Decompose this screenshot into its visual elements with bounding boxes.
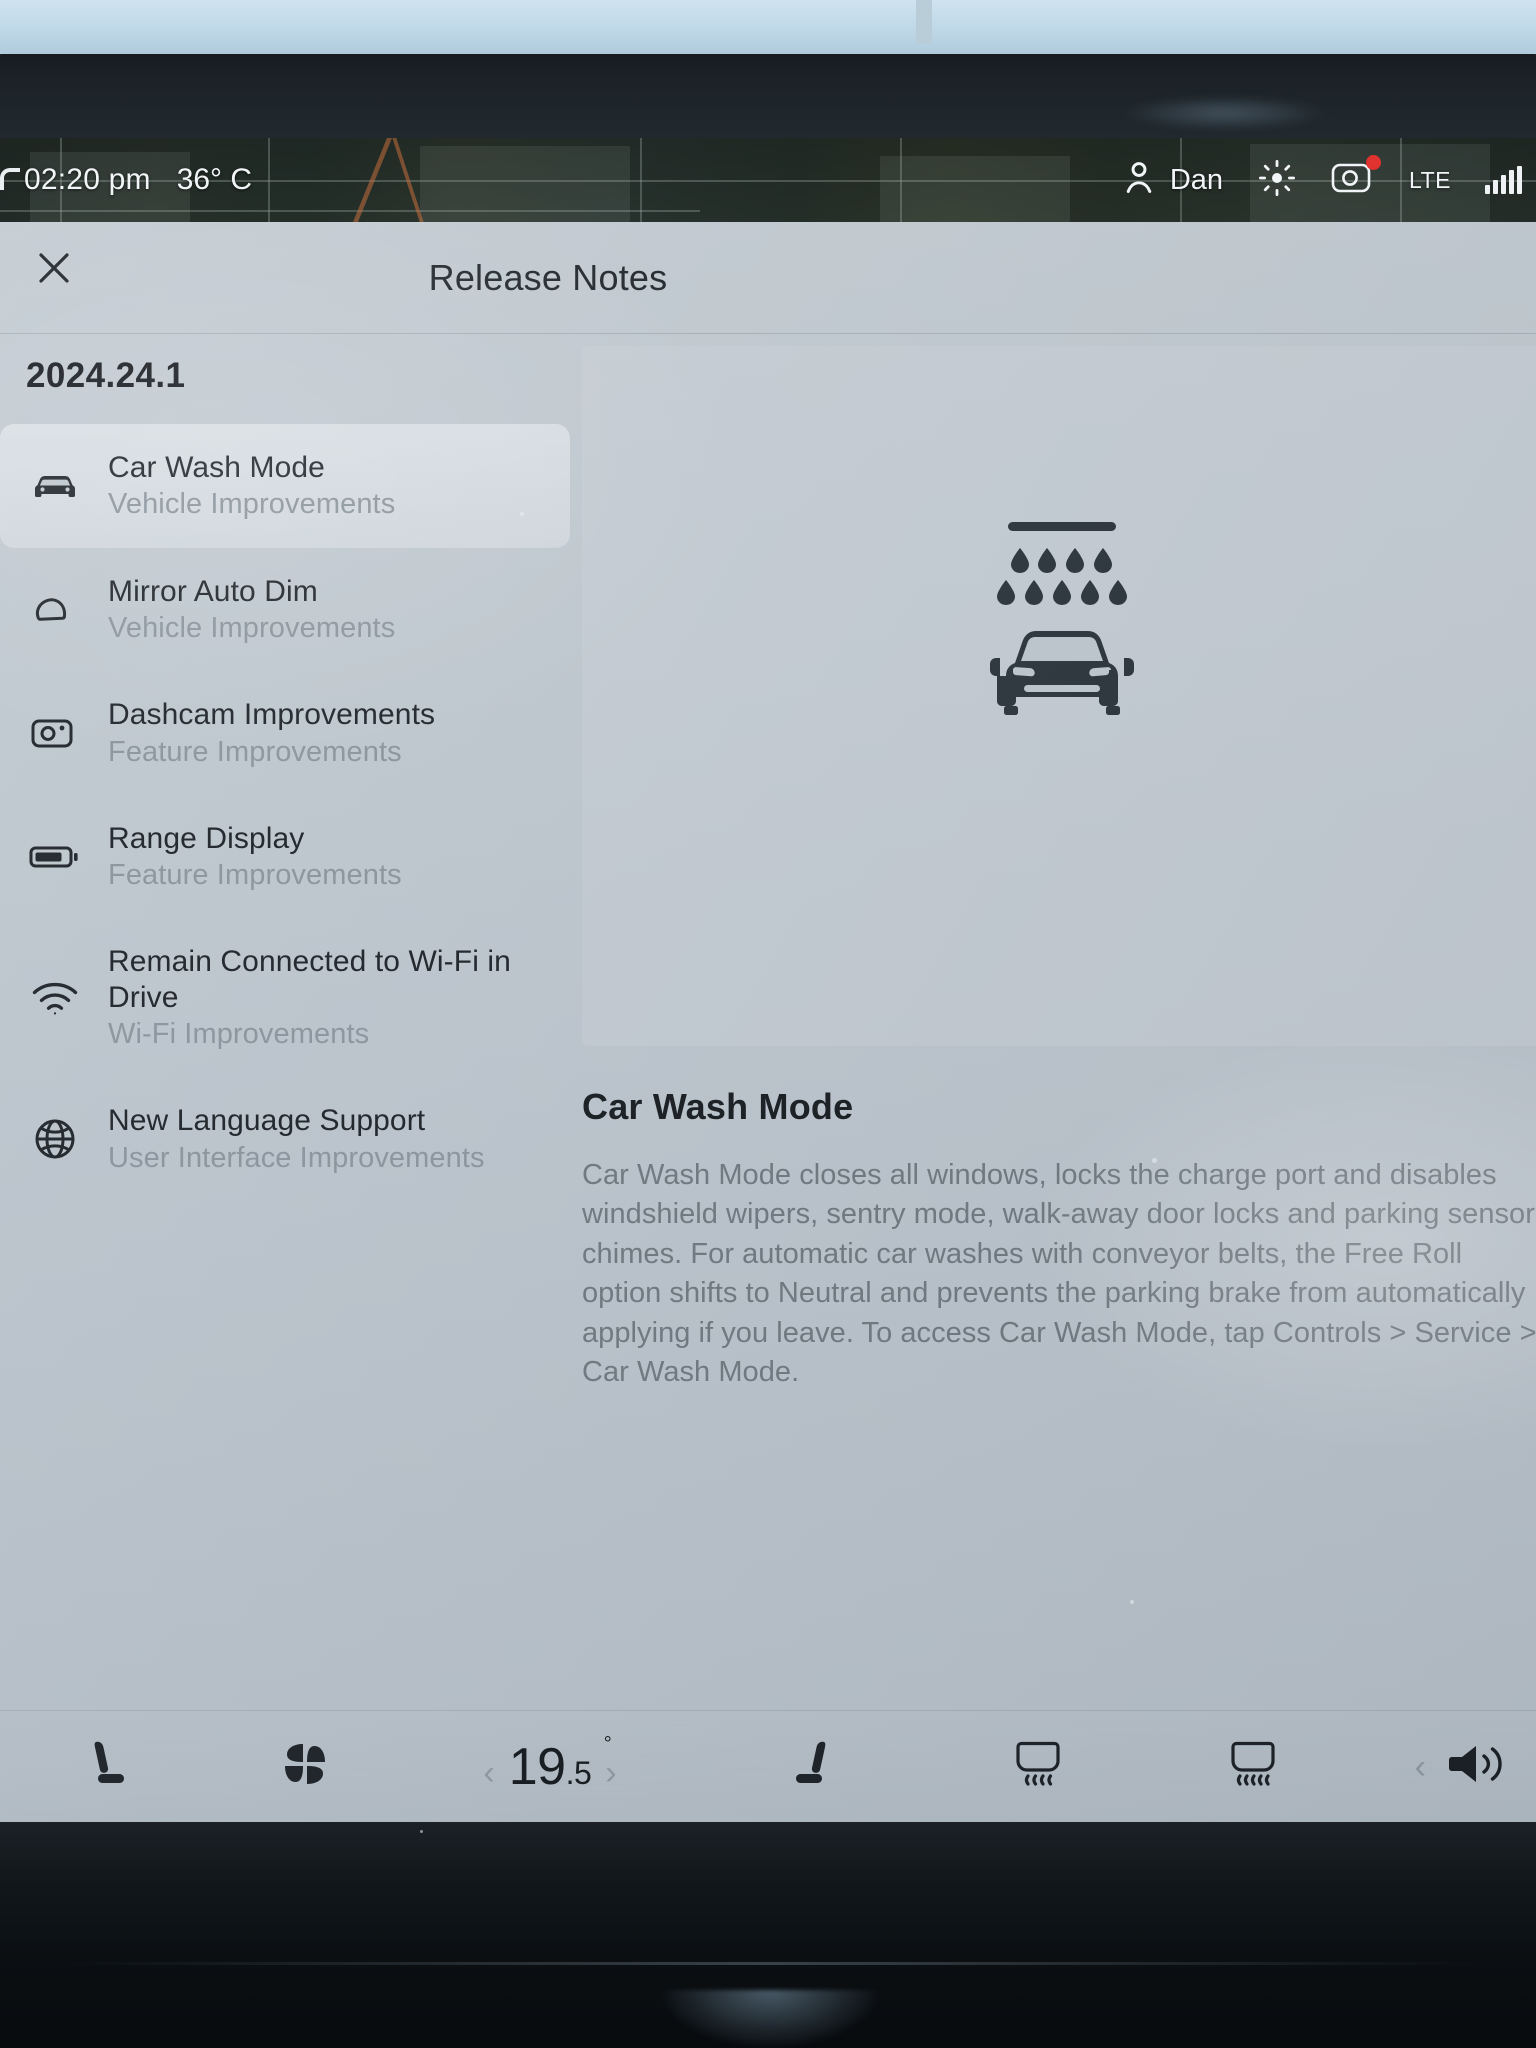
page-title: Release Notes <box>428 256 668 298</box>
fan-icon <box>276 1735 334 1798</box>
seat-heater-left-button[interactable] <box>0 1736 210 1797</box>
status-outside-temperature: 36° C <box>176 163 253 196</box>
release-notes-sidebar: 2024.24.1 Car Wash Mode Vehicle Improvem… <box>0 334 570 1822</box>
climate-control-bar: ‹ 19.5 ° › ‹ <box>0 1710 1536 1822</box>
detail-body-text: Car Wash Mode closes all windows, locks … <box>582 1159 1536 1389</box>
degree-symbol: ° <box>603 1732 612 1755</box>
status-time: 02:20 pm <box>24 163 151 196</box>
app-body: 2024.24.1 Car Wash Mode Vehicle Improvem… <box>0 334 1536 1822</box>
wifi-icon <box>26 969 84 1027</box>
seat-heater-left-icon <box>81 1736 129 1797</box>
sidebar-item-new-language-support[interactable]: New Language Support User Interface Impr… <box>0 1077 570 1201</box>
driver-profile-name: Dan <box>1169 163 1224 196</box>
sidebar-item-subtitle: Feature Improvements <box>108 859 402 892</box>
signal-bars-icon <box>1485 166 1522 194</box>
sidebar-item-subtitle: Vehicle Improvements <box>108 612 396 644</box>
sidebar-item-title: Mirror Auto Dim <box>108 574 318 608</box>
sidebar-item-title: Range Display <box>108 821 305 855</box>
sidebar-item-subtitle: Vehicle Improvements <box>108 488 396 521</box>
mirror-icon <box>26 580 84 638</box>
driver-profile-button[interactable]: Dan <box>1122 159 1223 202</box>
defrost-rear-icon <box>1223 1739 1283 1794</box>
detail-hero <box>582 346 1536 1046</box>
car-front-icon <box>26 457 84 515</box>
sidebar-item-remain-connected-wifi[interactable]: Remain Connected to Wi-Fi in Drive Wi-Fi… <box>0 918 570 1077</box>
close-x-icon[interactable] <box>26 240 82 296</box>
chevron-right-icon[interactable]: › <box>605 1756 616 1790</box>
temperature-control[interactable]: ‹ 19.5 ° › <box>400 1733 700 1797</box>
dashcam-camera-icon[interactable] <box>1331 154 1382 200</box>
chevron-left-icon[interactable]: ‹ <box>1415 1750 1426 1784</box>
recording-indicator-dot <box>1366 154 1382 170</box>
sidebar-item-subtitle: User Interface Improvements <box>108 1141 485 1174</box>
person-icon <box>1122 159 1156 202</box>
sidebar-item-subtitle: Feature Improvements <box>108 735 402 768</box>
sidebar-item-title: Remain Connected to Wi-Fi in Drive <box>108 945 511 1014</box>
bezel-seam <box>60 1962 1480 1965</box>
sidebar-item-title: Car Wash Mode <box>108 451 325 484</box>
release-note-detail: Car Wash Mode Car Wash Mode closes all w… <box>570 334 1536 1822</box>
defrost-front-icon <box>1008 1739 1068 1794</box>
app-header: Release Notes <box>0 222 1536 334</box>
dashboard-photo: 02:20 pm 36° C Dan LTE Release Notes 202… <box>0 0 1536 2048</box>
battery-icon <box>26 828 84 886</box>
sidebar-item-dashcam-improvements[interactable]: Dashcam Improvements Feature Improvement… <box>0 671 570 795</box>
bezel-reflection <box>660 1990 880 2048</box>
front-defrost-button[interactable] <box>930 1739 1145 1794</box>
car-wash-icon <box>982 518 1142 723</box>
volume-control[interactable]: ‹ <box>1415 1738 1536 1795</box>
sidebar-item-mirror-auto-dim[interactable]: Mirror Auto Dim Vehicle Improvements <box>0 548 570 672</box>
brightness-sun-icon[interactable] <box>1257 158 1297 203</box>
network-type-label: LTE <box>1409 166 1451 193</box>
temperature-value: 19.5 ° <box>508 1733 612 1797</box>
sidebar-item-subtitle: Wi-Fi Improvements <box>108 1018 370 1051</box>
status-bar: 02:20 pm 36° C Dan LTE <box>0 138 1536 222</box>
speaker-volume-icon[interactable] <box>1446 1738 1510 1795</box>
sidebar-item-title: New Language Support <box>108 1104 426 1138</box>
temperature-decimal: .5 <box>565 1754 592 1791</box>
fan-button[interactable] <box>210 1735 400 1798</box>
rear-defrost-button[interactable] <box>1145 1739 1360 1794</box>
detail-title: Car Wash Mode <box>582 1086 854 1127</box>
dashcam-icon <box>26 704 84 762</box>
sidebar-item-range-display[interactable]: Range Display Feature Improvements <box>0 795 570 919</box>
seat-heater-right-button[interactable] <box>700 1736 930 1797</box>
temperature-whole: 19 <box>508 1737 566 1796</box>
firmware-version: 2024.24.1 <box>26 356 186 395</box>
chevron-left-icon[interactable]: ‹ <box>483 1756 494 1790</box>
release-notes-app: Release Notes 2024.24.1 Car Wash Mode Ve… <box>0 222 1536 1822</box>
seat-heater-right-icon <box>791 1736 839 1797</box>
globe-icon <box>26 1110 84 1168</box>
sidebar-item-title: Dashcam Improvements <box>108 698 436 732</box>
bezel-glare <box>1120 96 1330 130</box>
sidebar-item-car-wash-mode[interactable]: Car Wash Mode Vehicle Improvements <box>0 424 570 548</box>
sky-pole <box>916 0 932 44</box>
